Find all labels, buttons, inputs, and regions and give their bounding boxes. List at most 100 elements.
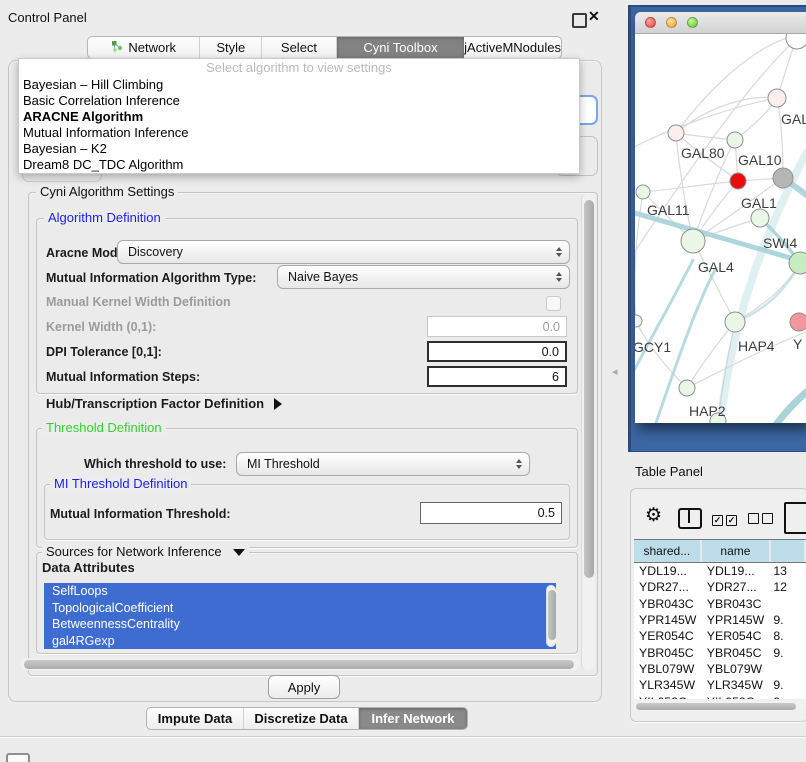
- close-window-icon[interactable]: [645, 17, 656, 28]
- tab-network[interactable]: Network: [88, 37, 200, 58]
- column-header-name[interactable]: name: [702, 540, 771, 562]
- network-node-label: GAL10: [738, 152, 782, 168]
- attributes-list-scrollbar[interactable]: [546, 585, 556, 647]
- network-node[interactable]: [768, 89, 786, 107]
- attribute-list-item[interactable]: gal4RGexp: [44, 633, 556, 650]
- mi-threshold-field[interactable]: 0.5: [420, 502, 562, 524]
- deselect-all-checkboxes-icon[interactable]: [748, 511, 776, 529]
- control-panel-title: Control Panel: [8, 10, 87, 25]
- hub-definition-expander[interactable]: Hub/Transcription Factor Definition: [46, 396, 282, 411]
- table-header-row: shared... name: [634, 539, 806, 563]
- close-icon[interactable]: ✕: [588, 8, 600, 25]
- splitter-arrow-icon[interactable]: ◂: [612, 365, 618, 378]
- network-node[interactable]: [727, 132, 743, 148]
- mi-steps-field[interactable]: 6: [427, 366, 567, 387]
- algorithm-menu-item[interactable]: Dream8 DC_TDC Algorithm: [19, 157, 579, 173]
- algorithm-menu-item[interactable]: ARACNE Algorithm: [19, 109, 579, 125]
- settings-vertical-scrollbar[interactable]: [581, 194, 595, 670]
- dpi-tolerance-label: DPI Tolerance [0,1]:: [46, 345, 162, 359]
- sources-title: Sources for Network Inference: [46, 544, 222, 559]
- kernel-width-field[interactable]: 0.0: [427, 316, 567, 337]
- gear-icon[interactable]: ⚙: [645, 505, 662, 527]
- scrollbar-thumb[interactable]: [24, 660, 574, 669]
- column-header-shared[interactable]: shared...: [634, 540, 702, 562]
- network-window-titlebar[interactable]: [635, 12, 806, 34]
- attribute-list-item[interactable]: TopologicalCoefficient: [44, 600, 556, 617]
- tab-cyni-toolbox[interactable]: Cyni Toolbox: [337, 37, 464, 58]
- minimize-window-icon[interactable]: [666, 17, 677, 28]
- network-node[interactable]: [681, 229, 705, 253]
- tab-impute-data[interactable]: Impute Data: [147, 708, 244, 729]
- tab-style[interactable]: Style: [200, 37, 262, 58]
- which-threshold-combobox[interactable]: MI Threshold: [236, 452, 530, 476]
- document-icon[interactable]: [784, 502, 806, 534]
- table-cell: YDR27...: [634, 580, 702, 594]
- dpi-tolerance-field[interactable]: 0.0: [427, 341, 567, 362]
- manual-kernel-checkbox[interactable]: [546, 296, 561, 311]
- attribute-list-item[interactable]: BetweennessCentrality: [44, 616, 556, 633]
- tab-discretize-data[interactable]: Discretize Data: [244, 708, 359, 729]
- network-node[interactable]: [725, 312, 745, 332]
- network-edge[interactable]: [676, 97, 777, 133]
- mi-type-combobox[interactable]: Naive Bayes: [277, 265, 570, 289]
- network-edge[interactable]: [676, 133, 735, 140]
- network-edge[interactable]: [635, 98, 777, 152]
- network-node-label: GCY1: [635, 339, 671, 355]
- network-node[interactable]: [730, 173, 746, 189]
- zoom-window-icon[interactable]: [687, 17, 698, 28]
- network-node[interactable]: [636, 185, 650, 199]
- scrollbar-thumb[interactable]: [548, 590, 556, 640]
- table-cell: 9.: [771, 678, 806, 692]
- table-row[interactable]: YIL052CYIL052C9.: [634, 693, 806, 699]
- table-row[interactable]: YBR045CYBR045C9.: [634, 644, 806, 660]
- network-node[interactable]: [789, 252, 806, 274]
- table-row[interactable]: YBR043CYBR043C: [634, 596, 806, 612]
- table-cell: YDL19...: [702, 564, 772, 578]
- network-node[interactable]: [786, 34, 806, 49]
- scrollbar-thumb[interactable]: [584, 200, 594, 578]
- apply-button[interactable]: Apply: [268, 675, 340, 699]
- network-node[interactable]: [790, 313, 806, 331]
- column-header-partial[interactable]: [771, 540, 806, 562]
- network-node-label: GAL11: [647, 202, 690, 218]
- network-node[interactable]: [679, 380, 695, 396]
- tab-label: Cyni Toolbox: [363, 40, 437, 55]
- table-cell: YBL079W: [702, 662, 772, 676]
- tab-jactivemnodules[interactable]: jActiveMNodules: [464, 37, 561, 58]
- minimized-panel-icon[interactable]: [6, 753, 30, 762]
- network-node[interactable]: [668, 125, 684, 141]
- algorithm-menu-item[interactable]: Bayesian – Hill Climbing: [19, 77, 579, 93]
- algorithm-menu-item[interactable]: Mutual Information Inference: [19, 125, 579, 141]
- table-row[interactable]: YPR145WYPR145W9.: [634, 612, 806, 628]
- algorithm-menu-item[interactable]: Bayesian – K2: [19, 141, 579, 157]
- network-edge[interactable]: [693, 241, 735, 322]
- aracne-mode-combobox[interactable]: Discovery: [117, 240, 570, 264]
- attribute-list-item[interactable]: SelfLoops: [44, 583, 556, 600]
- table-row[interactable]: YBL079WYBL079W: [634, 661, 806, 677]
- tab-label: Impute Data: [158, 711, 232, 726]
- network-edge-highlighted[interactable]: [775, 390, 806, 423]
- network-node[interactable]: [751, 209, 769, 227]
- table-row[interactable]: YDL19...YDL19...13: [634, 563, 806, 579]
- table-horizontal-scrollbar[interactable]: [634, 701, 804, 711]
- tab-select[interactable]: Select: [262, 37, 337, 58]
- tab-infer-network[interactable]: Infer Network: [359, 708, 467, 729]
- network-edge-highlighted[interactable]: [635, 260, 693, 380]
- select-all-checkboxes-icon[interactable]: ✓✓: [712, 510, 740, 528]
- table-row[interactable]: YER054CYER054C8.: [634, 628, 806, 644]
- settings-horizontal-scrollbar[interactable]: [20, 658, 580, 670]
- column-layout-icon[interactable]: [678, 508, 702, 529]
- algorithm-menu-item[interactable]: Basic Correlation Inference: [19, 93, 579, 109]
- network-node[interactable]: [635, 315, 642, 327]
- network-edge[interactable]: [676, 36, 795, 133]
- tab-label: jActiveMNodules: [464, 40, 561, 55]
- table-row[interactable]: YDR27...YDR27...12: [634, 579, 806, 595]
- sources-expander[interactable]: Sources for Network Inference: [42, 545, 249, 559]
- network-canvas[interactable]: GALGAL80GAL10GAL1GAL11SWI4GAL4GCY1HAP4YH…: [635, 34, 806, 423]
- table-row[interactable]: YLR345WYLR345W9.: [634, 677, 806, 693]
- float-panel-icon[interactable]: [572, 13, 587, 28]
- network-edge[interactable]: [643, 181, 738, 192]
- network-node[interactable]: [773, 168, 793, 188]
- scrollbar-thumb[interactable]: [636, 703, 796, 710]
- combo-spinner-icon: [516, 459, 522, 469]
